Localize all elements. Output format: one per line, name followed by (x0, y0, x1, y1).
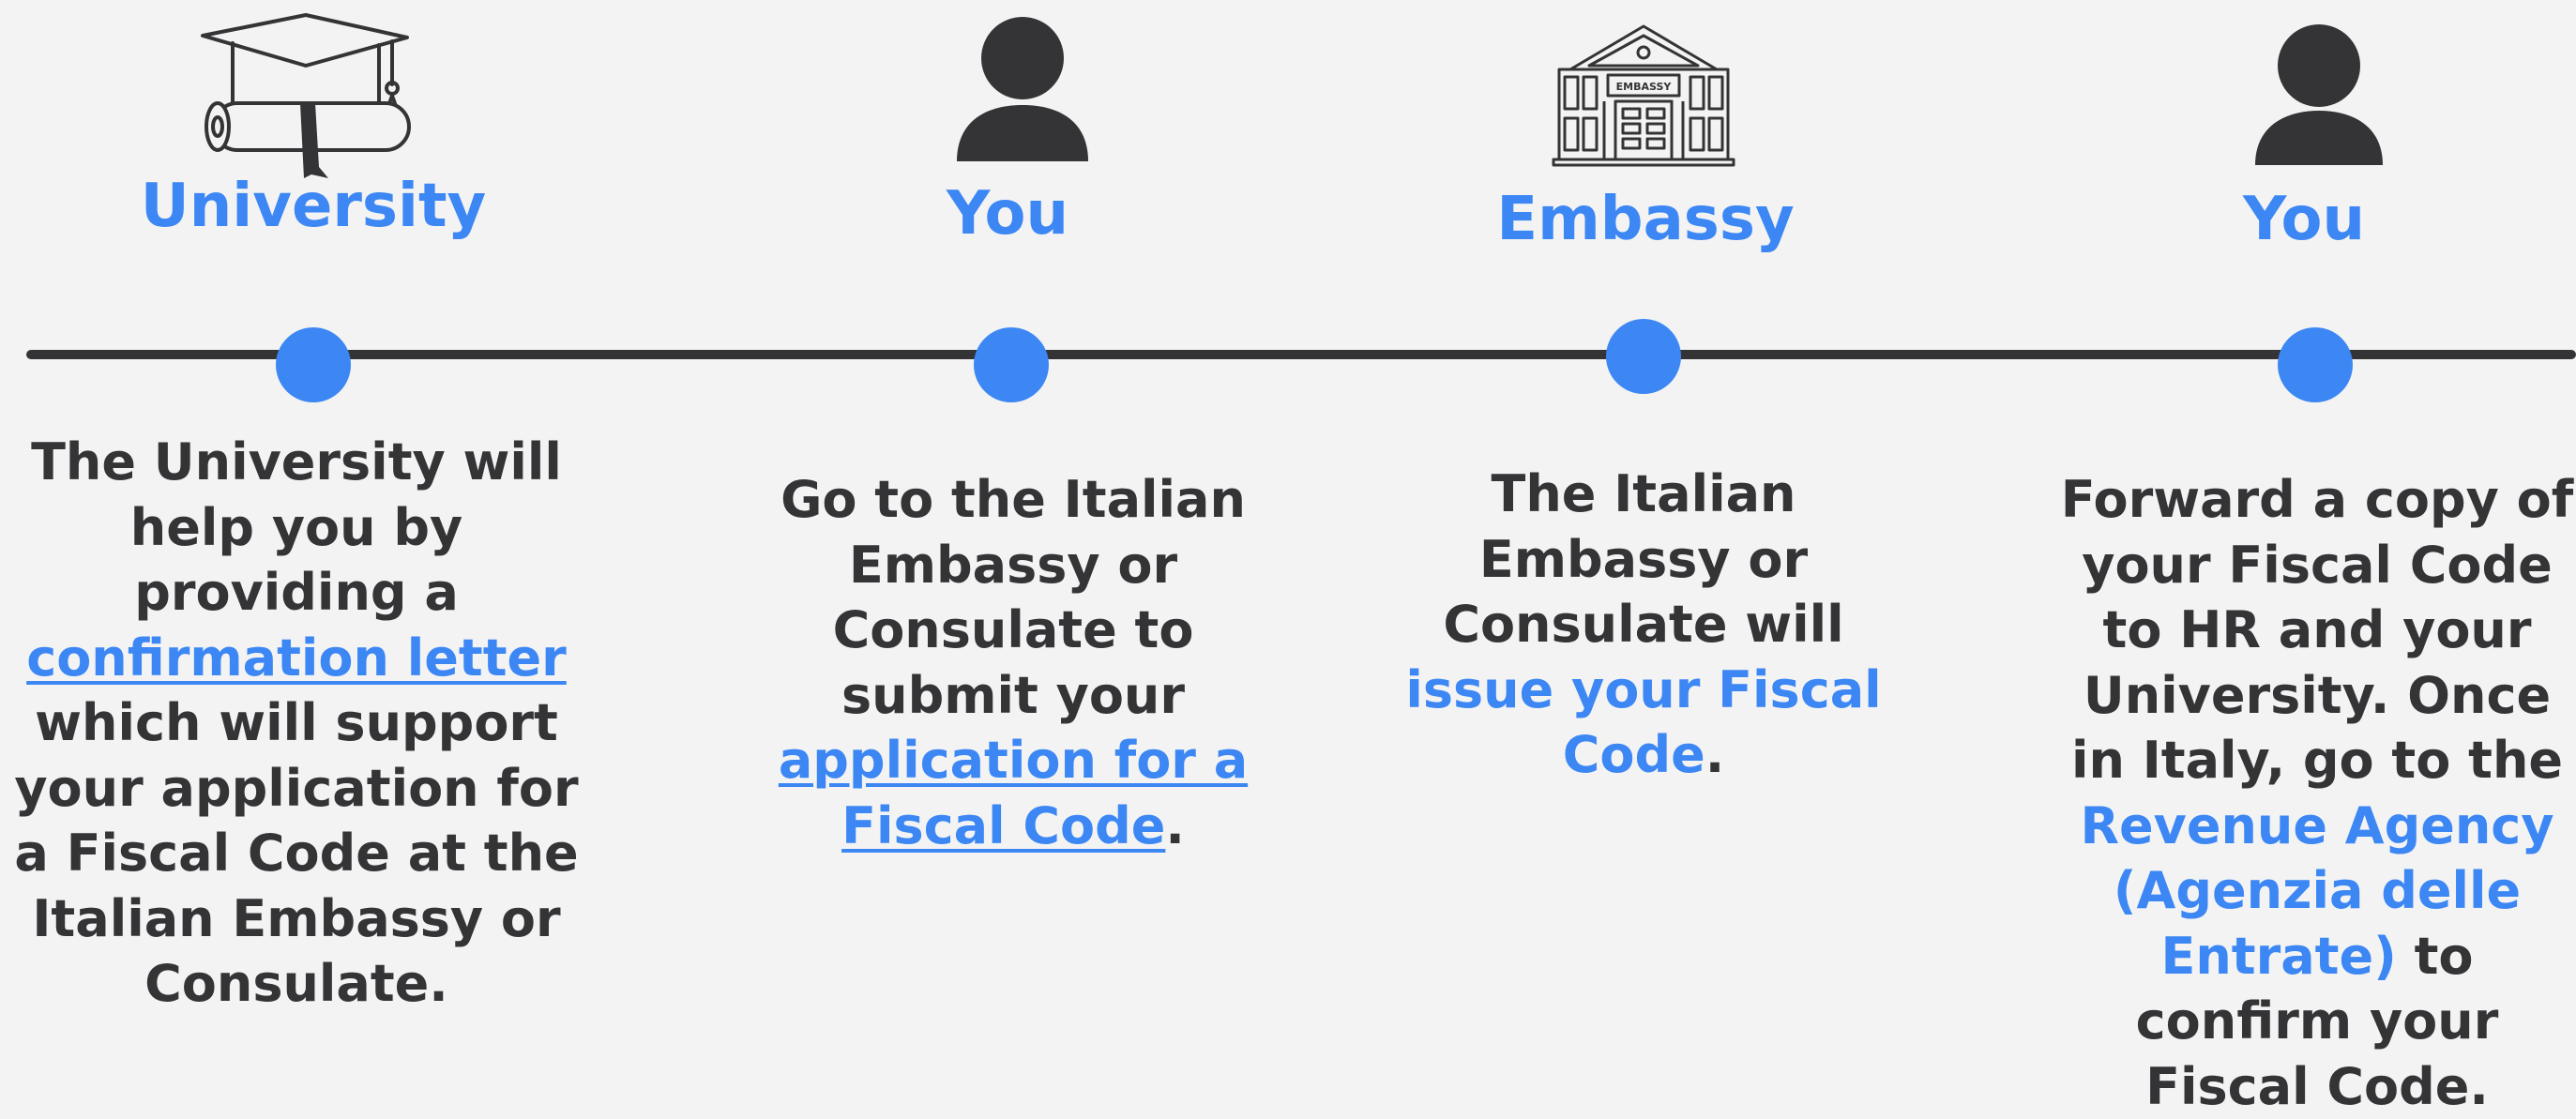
actor-label-university: University (141, 171, 487, 242)
timeline-dot-you (974, 327, 1049, 402)
description-line: Consulate to (779, 597, 1248, 663)
actor-label-embassy: Embassy (1496, 184, 1794, 255)
actor-label-you: You (2243, 184, 2365, 255)
actor-label-you: You (947, 178, 1068, 250)
description-line: submit your (779, 663, 1248, 729)
confirmation-letter-link[interactable]: confirmation letter (26, 628, 567, 688)
embassy-sign-label: EMBASSY (1616, 81, 1673, 93)
description-line: Revenue Agency (2061, 794, 2573, 859)
description-line: Code. (1405, 722, 1881, 788)
description-line: University. Once (2061, 663, 2573, 729)
description-line: Go to the Italian (779, 467, 1248, 533)
revenue-agency-text: Entrate) (2160, 927, 2396, 986)
timeline-dot-embassy (1606, 319, 1681, 394)
step-description-embassy: The Italian Embassy or Consulate will is… (1405, 461, 1881, 788)
description-line: (Agenzia delle (2061, 858, 2573, 924)
person-icon (2255, 24, 2383, 165)
description-line: Entrate) to (2061, 924, 2573, 990)
description-line: help you by (14, 495, 578, 561)
description-line: Embassy or (1405, 527, 1881, 593)
description-line: confirm your (2061, 989, 2573, 1054)
issue-fiscal-code-text: Code (1563, 725, 1705, 784)
description-line: in Italy, go to the (2061, 728, 2573, 794)
embassy-building-icon: EMBASSY (1552, 24, 1735, 167)
description-line: providing a (14, 560, 578, 626)
description-line: Consulate. (14, 951, 578, 1017)
application-fiscal-code-link[interactable]: application for a (779, 731, 1248, 790)
description-line: to HR and your (2061, 597, 2573, 663)
description-line: The Italian (1405, 461, 1881, 527)
description-line: Fiscal Code. (2061, 1054, 2573, 1119)
description-line: confirmation letter (14, 626, 578, 691)
description-line: application for a (779, 728, 1248, 794)
description-line: Italian Embassy or (14, 886, 578, 952)
description-line: issue your Fiscal (1405, 658, 1881, 723)
description-line: Fiscal Code. (779, 794, 1248, 859)
description-line: Consulate will (1405, 592, 1881, 658)
step-description-university: The University will help you by providin… (14, 430, 578, 1017)
revenue-agency-text: (Agenzia delle (2114, 861, 2521, 920)
issue-fiscal-code-text: issue your Fiscal (1405, 660, 1881, 719)
step-description-you: Go to the Italian Embassy or Consulate t… (779, 467, 1248, 858)
description-line: Embassy or (779, 533, 1248, 598)
revenue-agency-text: Revenue Agency (2080, 796, 2553, 855)
timeline-dot-you (2278, 327, 2353, 402)
description-line: Forward a copy of (2061, 467, 2573, 533)
timeline-dot-university (276, 327, 351, 402)
step-description-you: Forward a copy of your Fiscal Code to HR… (2061, 467, 2573, 1119)
description-line: a Fiscal Code at the (14, 821, 578, 886)
description-line: your application for (14, 756, 578, 822)
timeline-line (26, 350, 2576, 359)
application-fiscal-code-link[interactable]: Fiscal Code (841, 796, 1165, 855)
person-icon (957, 17, 1088, 161)
description-line: The University will (14, 430, 578, 495)
description-line: which will support (14, 690, 578, 756)
graduation-cap-diploma-icon (195, 9, 420, 188)
description-line: your Fiscal Code (2061, 533, 2573, 598)
